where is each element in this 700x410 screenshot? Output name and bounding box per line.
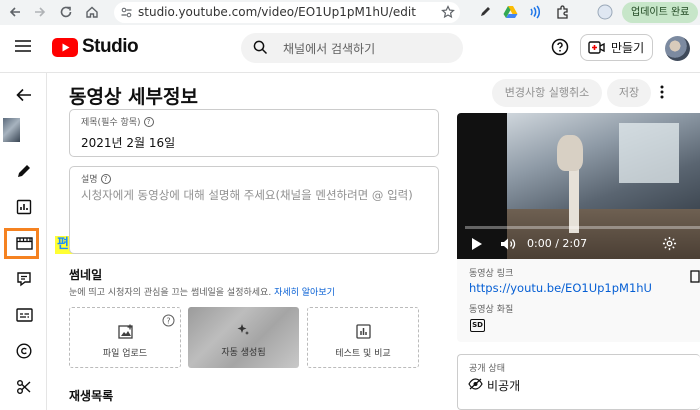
ab-test-icon bbox=[356, 324, 371, 339]
forward-arrow-icon[interactable] bbox=[30, 2, 50, 22]
drive-extension-icon[interactable] bbox=[501, 3, 519, 21]
reload-icon[interactable] bbox=[56, 2, 76, 22]
undo-changes-button[interactable]: 변경사항 실행취소 bbox=[492, 79, 602, 107]
browser-toolbar: studio.youtube.com/video/EO1Up1pM1hU/edi… bbox=[0, 0, 700, 25]
clips-scissors-icon[interactable] bbox=[13, 376, 35, 398]
create-label: 만들기 bbox=[611, 41, 645, 55]
thumbnail-subtitle-text: 눈에 띄고 시청자의 관심을 끄는 썸네일을 설정하세요. bbox=[69, 288, 272, 298]
analytics-icon[interactable] bbox=[13, 196, 35, 218]
url-text[interactable]: studio.youtube.com/video/EO1Up1pM1hU/edi… bbox=[138, 5, 416, 19]
description-field-label: 설명 bbox=[81, 175, 98, 185]
copy-icon[interactable] bbox=[690, 268, 700, 284]
settings-gear-icon[interactable] bbox=[662, 236, 677, 251]
test-and-compare-button[interactable]: 테스트 및 비교 bbox=[307, 307, 419, 368]
profile-icon[interactable] bbox=[596, 3, 614, 21]
video-thumbnail[interactable] bbox=[3, 118, 20, 142]
update-button[interactable]: 업데이트 완료 bbox=[622, 2, 698, 23]
video-preview-card: 0:00 / 2:07 동영상 링크 https://youtu.be/EO1U… bbox=[457, 113, 700, 342]
svg-text:?: ? bbox=[166, 317, 170, 326]
eye-off-icon bbox=[468, 378, 483, 390]
editor-highlight-box bbox=[4, 228, 39, 259]
youtube-logo-icon bbox=[52, 37, 78, 57]
image-upload-icon bbox=[118, 324, 134, 340]
details-pencil-icon[interactable] bbox=[13, 160, 35, 182]
thumbnail-heading: 썸네일 bbox=[69, 268, 103, 282]
channel-search-input[interactable]: 채널에서 검색하기 bbox=[241, 33, 463, 63]
save-button[interactable]: 저장 bbox=[607, 79, 651, 107]
thumbnail-subtitle: 눈에 띄고 시청자의 관심을 끄는 썸네일을 설정하세요. 자세히 알아보기 bbox=[69, 285, 335, 298]
back-to-content-icon[interactable] bbox=[13, 84, 35, 106]
bookmark-star-icon[interactable] bbox=[441, 5, 455, 19]
extensions-puzzle-icon[interactable] bbox=[554, 3, 572, 21]
studio-header: Studio 채널에서 검색하기 만들기 bbox=[0, 25, 700, 72]
play-icon[interactable] bbox=[471, 237, 483, 251]
account-avatar[interactable] bbox=[665, 36, 690, 61]
comments-icon[interactable] bbox=[13, 268, 35, 290]
create-button[interactable]: 만들기 bbox=[580, 34, 653, 61]
help-circle-icon[interactable]: ? bbox=[162, 314, 175, 327]
youtube-studio-logo[interactable]: Studio bbox=[52, 36, 139, 58]
description-field[interactable]: 설명 ? 시청자에게 동영상에 대해 설명해 주세요(채널을 멘션하려면 @ 입… bbox=[69, 166, 439, 254]
auto-generated-thumbnail[interactable]: 자동 생성됨 bbox=[188, 307, 299, 368]
left-nav-rail bbox=[0, 73, 47, 410]
help-circle-icon[interactable]: ? bbox=[100, 173, 111, 184]
visibility-value: 비공개 bbox=[487, 379, 521, 393]
home-icon[interactable] bbox=[82, 2, 102, 22]
title-field[interactable]: 제목(필수 항목) ? 2021년 2월 16일 bbox=[69, 109, 439, 157]
sd-quality-badge: SD bbox=[470, 319, 485, 332]
video-link-label: 동영상 링크 bbox=[469, 269, 514, 279]
pen-extension-icon[interactable] bbox=[476, 3, 494, 21]
search-icon bbox=[253, 40, 268, 55]
video-time: 0:00 / 2:07 bbox=[527, 237, 588, 250]
video-frame-cat bbox=[557, 135, 583, 171]
help-circle-icon[interactable]: ? bbox=[143, 116, 154, 127]
site-info-icon[interactable] bbox=[120, 6, 133, 19]
page-title: 동영상 세부정보 bbox=[69, 86, 198, 108]
visibility-label: 공개 상태 bbox=[469, 364, 505, 374]
create-video-icon bbox=[588, 41, 605, 54]
copyright-icon[interactable] bbox=[13, 340, 35, 362]
broadcast-extension-icon[interactable] bbox=[526, 3, 544, 21]
description-placeholder[interactable]: 시청자에게 동영상에 대해 설명해 주세요(채널을 멘션하려면 @ 입력) bbox=[81, 187, 413, 203]
video-frame-window bbox=[619, 123, 679, 183]
menu-icon[interactable] bbox=[14, 39, 32, 53]
visibility-dropdown[interactable]: 공개 상태 비공개 bbox=[457, 354, 700, 410]
subtitles-icon[interactable] bbox=[13, 304, 35, 326]
video-quality-label: 동영상 화질 bbox=[469, 305, 514, 315]
upload-thumbnail-button[interactable]: ? 파일 업로드 bbox=[69, 307, 181, 368]
logo-text: Studio bbox=[82, 36, 139, 57]
test-and-compare-label: 테스트 및 비교 bbox=[335, 349, 391, 359]
back-arrow-icon[interactable] bbox=[5, 2, 25, 22]
video-link[interactable]: https://youtu.be/EO1Up1pM1hU bbox=[469, 281, 652, 295]
help-icon[interactable] bbox=[551, 38, 569, 56]
video-player[interactable]: 0:00 / 2:07 bbox=[457, 113, 700, 259]
sparkle-icon bbox=[236, 323, 250, 337]
header-divider bbox=[0, 72, 700, 73]
volume-icon[interactable] bbox=[500, 237, 516, 251]
auto-generated-label: 자동 생성됨 bbox=[221, 348, 266, 358]
playlist-heading: 재생목록 bbox=[69, 389, 114, 403]
video-frame-floor bbox=[507, 209, 700, 259]
title-value[interactable]: 2021년 2월 16일 bbox=[81, 134, 175, 151]
progress-bar[interactable] bbox=[465, 226, 700, 229]
title-field-label: 제목(필수 항목) bbox=[81, 118, 141, 128]
learn-more-link[interactable]: 자세히 알아보기 bbox=[274, 288, 335, 298]
upload-label: 파일 업로드 bbox=[102, 349, 148, 359]
address-bar[interactable]: studio.youtube.com/video/EO1Up1pM1hU/edi… bbox=[114, 2, 460, 23]
more-options-icon[interactable] bbox=[659, 84, 665, 100]
search-placeholder: 채널에서 검색하기 bbox=[283, 42, 376, 56]
